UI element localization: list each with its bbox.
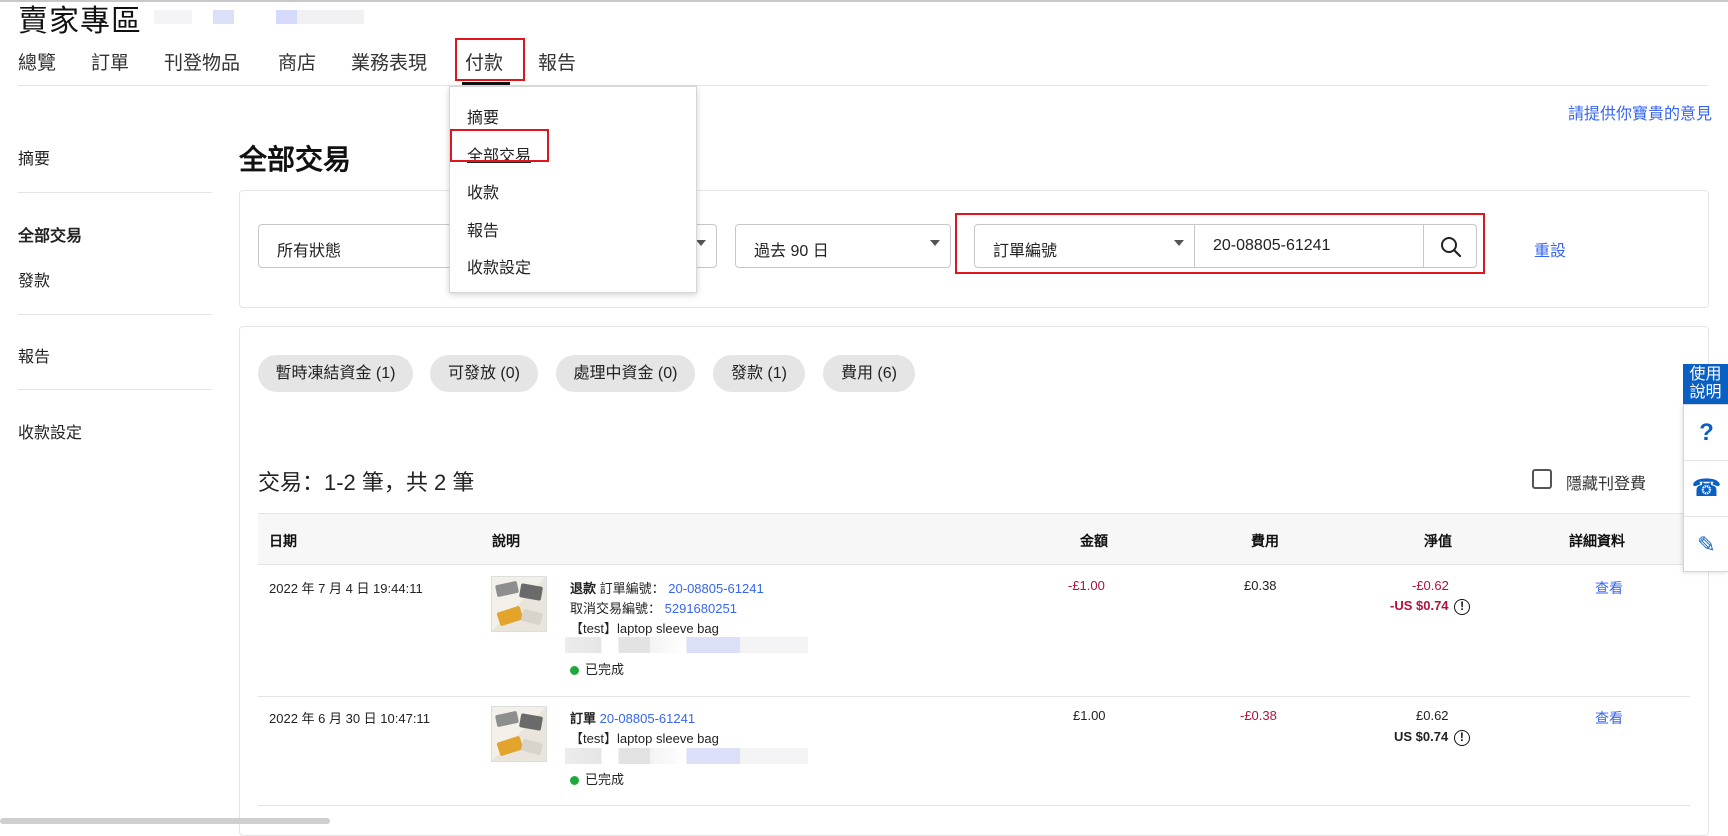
- chevron-down-icon: [930, 240, 940, 246]
- nav-store[interactable]: 商店: [278, 48, 316, 75]
- row2-net: £0.62: [1416, 708, 1449, 723]
- nav-listings[interactable]: 刊登物品: [164, 48, 240, 75]
- reset-link[interactable]: 重設: [1534, 237, 1566, 261]
- status-dot-icon: [570, 776, 579, 786]
- chip-processing[interactable]: 處理中資金 (0): [556, 355, 695, 392]
- row1-net: -£0.62: [1412, 578, 1449, 593]
- row2-net-usd: US $0.74: [1394, 729, 1449, 744]
- sidebar-divider: [18, 314, 212, 315]
- row2-date: 2022 年 6 月 30 日 10:47:11: [269, 711, 430, 726]
- row2-order-link[interactable]: 20-08805-61241: [600, 711, 695, 726]
- info-icon[interactable]: !: [1453, 729, 1470, 746]
- help-question-icon[interactable]: ?: [1684, 405, 1728, 461]
- col-net: 淨值: [1424, 533, 1452, 549]
- row1-fee: £0.38: [1244, 578, 1277, 593]
- row2-item-title: 【test】laptop sleeve bag: [570, 731, 719, 746]
- row1-blurred-info: [565, 637, 808, 653]
- search-highlight-box: [955, 213, 1485, 274]
- nav-overview[interactable]: 總覽: [18, 48, 56, 75]
- sidebar-item-summary[interactable]: 摘要: [18, 145, 50, 169]
- row1-type: 退款: [570, 581, 597, 596]
- row-divider: [258, 805, 1690, 806]
- table-header: 日期 說明 金額 費用 淨值 詳細資料: [258, 513, 1690, 565]
- menu-item-payment-settings[interactable]: 收款設定: [467, 254, 531, 278]
- info-icon[interactable]: !: [1454, 598, 1471, 615]
- menu-item-receipts[interactable]: 收款: [467, 179, 499, 203]
- nav-reports[interactable]: 報告: [538, 48, 576, 75]
- nav-performance[interactable]: 業務表現: [351, 48, 427, 75]
- nav-divider: [18, 85, 1708, 86]
- col-amount: 金額: [1080, 533, 1108, 549]
- col-details: 詳細資料: [1569, 533, 1625, 549]
- status-dot-icon: [570, 666, 579, 676]
- col-fees: 費用: [1251, 533, 1279, 549]
- col-description: 說明: [492, 533, 520, 549]
- row1-status: 已完成: [585, 662, 625, 677]
- chip-available[interactable]: 可發放 (0): [430, 355, 538, 392]
- menu-item-summary[interactable]: 摘要: [467, 104, 499, 128]
- row2-amount: £1.00: [1073, 708, 1106, 723]
- row2-item-thumbnail[interactable]: [491, 706, 547, 762]
- row2-fee: -£0.38: [1240, 708, 1277, 723]
- chip-fees[interactable]: 費用 (6): [823, 355, 915, 392]
- results-panel: [239, 326, 1709, 836]
- menu-item-reports[interactable]: 報告: [467, 217, 499, 241]
- row2-status: 已完成: [585, 772, 625, 787]
- row1-cancel-prefix: 取消交易編號：: [570, 601, 662, 616]
- feedback-link[interactable]: 請提供你寶貴的意見: [1568, 100, 1712, 124]
- blurred-store-name: [154, 10, 364, 24]
- status-select-value: 所有狀態: [277, 243, 342, 260]
- sidebar-item-payouts[interactable]: 發款: [18, 267, 50, 291]
- phone-icon[interactable]: ☎: [1684, 461, 1728, 517]
- row2-blurred-info: [565, 748, 808, 764]
- col-date: 日期: [269, 533, 297, 549]
- row1-item-title: 【test】laptop sleeve bag: [570, 621, 719, 636]
- all-transactions-highlight-box: [450, 129, 549, 162]
- chip-on-hold[interactable]: 暫時凍結資金 (1): [258, 355, 413, 392]
- sidebar-divider: [18, 389, 212, 390]
- chevron-down-icon: [696, 240, 706, 246]
- nav-orders[interactable]: 訂單: [91, 48, 129, 75]
- sidebar-item-all-transactions[interactable]: 全部交易: [18, 222, 82, 246]
- page-title: 全部交易: [239, 144, 352, 175]
- row1-item-thumbnail[interactable]: [491, 576, 547, 632]
- period-select[interactable]: 過去 90 日: [735, 224, 951, 268]
- sidebar-divider: [18, 192, 212, 193]
- help-tab[interactable]: 使用說明: [1683, 364, 1728, 404]
- payments-dropdown-menu: 摘要 全部交易 收款 報告 收款設定: [449, 86, 697, 293]
- sidebar-item-payment-settings[interactable]: 收款設定: [18, 419, 82, 443]
- hide-listing-fee-checkbox[interactable]: [1532, 469, 1552, 489]
- edit-feedback-icon[interactable]: ✎: [1684, 517, 1728, 573]
- row1-net-usd: -US $0.74: [1390, 598, 1449, 613]
- row-divider: [258, 696, 1690, 697]
- row1-amount: -£1.00: [1068, 578, 1105, 593]
- row1-order-link[interactable]: 20-08805-61241: [668, 581, 763, 596]
- row1-view-link[interactable]: 查看: [1595, 578, 1623, 598]
- payments-highlight-box: [455, 38, 525, 81]
- period-select-value: 過去 90 日: [754, 243, 829, 260]
- row2-view-link[interactable]: 查看: [1595, 708, 1623, 728]
- hide-listing-fee-label: 隱藏刊登費: [1566, 476, 1647, 493]
- page-header-title: 賣家專區: [18, 5, 142, 38]
- help-panel: ? ☎ ✎: [1683, 404, 1728, 572]
- top-border: [0, 0, 1728, 2]
- row1-order-prefix: 訂單編號：: [599, 581, 665, 596]
- results-count: 交易：1-2 筆，共 2 筆: [258, 470, 475, 495]
- row1-cancel-link[interactable]: 5291680251: [665, 601, 737, 616]
- chip-payouts[interactable]: 發款 (1): [713, 355, 805, 392]
- row2-type: 訂單: [570, 711, 597, 726]
- row1-date: 2022 年 7 月 4 日 19:44:11: [269, 581, 423, 596]
- horizontal-scrollbar[interactable]: [0, 818, 330, 824]
- sidebar-item-reports[interactable]: 報告: [18, 343, 50, 367]
